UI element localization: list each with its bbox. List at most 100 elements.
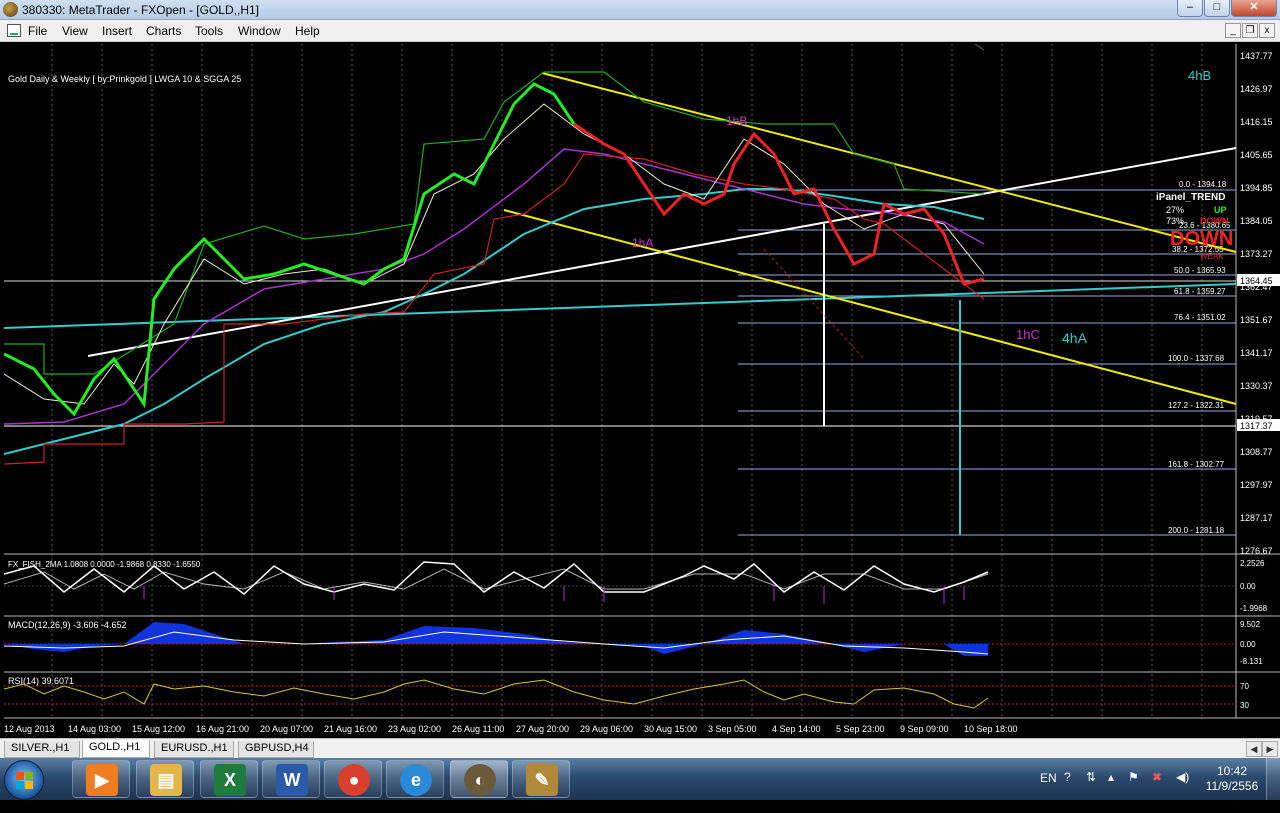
window-title: 380330: MetaTrader - FXOpen - [GOLD,,H1] (22, 3, 259, 17)
taskbar-paint[interactable]: ✎ (512, 760, 570, 798)
clock-time: 10:42 (1216, 764, 1248, 778)
system-clock[interactable]: 10:42 11/9/2556 (1205, 764, 1259, 794)
ipanel-down-label: DOWN (1200, 216, 1229, 226)
show-hidden-icons[interactable]: ▴ (1108, 770, 1114, 812)
excel-icon: X (214, 764, 246, 796)
clock-date: 11/9/2556 (1205, 779, 1259, 793)
taskbar-word[interactable]: W (262, 760, 320, 798)
menu-charts[interactable]: Charts (146, 24, 181, 38)
language-indicator[interactable]: EN (1040, 771, 1057, 813)
time-axis: 12 Aug 2013 14 Aug 03:00 15 Aug 12:00 16… (4, 724, 1018, 734)
tab-scroll-right-button[interactable]: ▶ (1262, 741, 1278, 757)
chart-document-icon[interactable] (7, 24, 21, 37)
volume-tray-icon[interactable]: ◀) (1176, 770, 1189, 812)
taskbar-metatrader[interactable]: ◐ (450, 760, 508, 798)
price-tick: 1416.15 (1240, 117, 1273, 127)
taskbar-excel[interactable]: X (200, 760, 258, 798)
fib-label: 50.0 - 1365.93 (1174, 266, 1226, 275)
fib-label: 100.0 - 1337.68 (1168, 354, 1225, 363)
price-bars-up (4, 82, 576, 417)
close-button[interactable]: ✕ (1231, 0, 1277, 17)
rsi-label: RSI(14) 39.6071 (8, 676, 74, 686)
fib-label: 127.2 - 1322.31 (1168, 401, 1225, 410)
folder-icon: ▤ (150, 764, 182, 796)
label-4hb: 4hB (1188, 68, 1211, 83)
network-tray-icon[interactable]: ⇅ (1086, 770, 1096, 812)
taskbar-chrome[interactable]: ● (324, 760, 382, 798)
tab-scroll-left-button[interactable]: ◀ (1246, 741, 1262, 757)
time-tick: 10 Sep 18:00 (964, 724, 1018, 734)
time-tick: 26 Aug 11:00 (452, 724, 504, 734)
tab-silver-h1[interactable]: SILVER.,H1 (4, 741, 80, 758)
red-envelope-line (4, 153, 985, 465)
fibonacci-levels[interactable] (738, 189, 1236, 536)
time-tick: 14 Aug 03:00 (68, 724, 121, 734)
rsi-scale: 70 30 (1240, 682, 1249, 710)
price-axis: 1437.77 1426.97 1416.15 1405.65 1394.85 … (1240, 51, 1273, 556)
fisher-scale: 2.2526 0.00 -1.9968 (1240, 559, 1268, 613)
tab-eurusd-h1[interactable]: EURUSD.,H1 (154, 741, 234, 758)
time-tick: 23 Aug 02:00 (388, 724, 441, 734)
chart-close-button[interactable]: x (1259, 23, 1275, 38)
price-tick: 1341.17 (1240, 348, 1273, 358)
action-center-icon[interactable]: ⚑ (1128, 770, 1139, 812)
price-tick: 1287.17 (1240, 513, 1273, 523)
price-tick: 1297.97 (1240, 480, 1273, 490)
time-tick: 3 Sep 05:00 (708, 724, 757, 734)
indicator-header: Gold Daily & Weekly [ by:Prinkgold ] LWG… (8, 74, 241, 84)
word-icon: W (276, 764, 308, 796)
ipanel-weak: WEAK (1200, 252, 1224, 261)
fib-label: 200.0 - 1281.18 (1168, 526, 1225, 535)
price-tick: 1405.65 (1240, 150, 1273, 160)
price-tick: 1330.37 (1240, 381, 1273, 391)
fib-label: 161.8 - 1302.77 (1168, 460, 1225, 469)
time-tick: 16 Aug 21:00 (196, 724, 249, 734)
macd-tick: -8.131 (1240, 657, 1263, 666)
metatrader-icon: ◐ (464, 764, 496, 796)
tab-gold-h1[interactable]: GOLD.,H1 (82, 740, 150, 758)
taskbar-media-player[interactable]: ▶ (72, 760, 130, 798)
show-desktop-button[interactable] (1266, 758, 1280, 800)
macd-scale: 9.502 0.00 -8.131 (1240, 620, 1263, 666)
rsi-tick: 70 (1240, 682, 1249, 691)
time-tick: 20 Aug 07:00 (260, 724, 313, 734)
time-tick: 27 Aug 20:00 (516, 724, 569, 734)
menu-window[interactable]: Window (238, 24, 281, 38)
rsi-tick: 30 (1240, 701, 1249, 710)
chart-shift-marker (974, 44, 985, 51)
price-tick: 1308.77 (1240, 447, 1273, 457)
time-tick: 5 Sep 23:00 (836, 724, 885, 734)
media-player-icon: ▶ (86, 764, 118, 796)
tab-gbpusd-h4[interactable]: GBPUSD,H4 (238, 741, 314, 758)
current-price-label: 1364.45 (1240, 276, 1273, 286)
chrome-icon: ● (338, 764, 370, 796)
menu-view[interactable]: View (62, 24, 88, 38)
taskbar-internet-explorer[interactable]: e (386, 760, 444, 798)
help-tray-icon[interactable]: ? (1064, 770, 1071, 812)
internet-explorer-icon: e (400, 764, 432, 796)
menu-help[interactable]: Help (295, 24, 320, 38)
time-tick: 15 Aug 12:00 (132, 724, 185, 734)
connection-tray-icon[interactable]: ✖ (1152, 770, 1162, 812)
fib-label: 76.4 - 1351.02 (1174, 313, 1226, 322)
fib-label: 0.0 - 1394.18 (1179, 180, 1227, 189)
title-bar: 380330: MetaTrader - FXOpen - [GOLD,,H1]… (0, 0, 1280, 20)
maximize-button[interactable]: □ (1204, 0, 1230, 17)
time-tick: 12 Aug 2013 (4, 724, 55, 734)
minimize-button[interactable]: – (1177, 0, 1203, 17)
price-tick: 1351.67 (1240, 315, 1273, 325)
ipanel-down-pct: 73% (1166, 216, 1184, 226)
menu-tools[interactable]: Tools (195, 24, 223, 38)
chart-window[interactable]: Gold Daily & Weekly [ by:Prinkgold ] LWG… (4, 44, 1280, 738)
metatrader-app-icon[interactable] (3, 2, 18, 17)
taskbar-explorer[interactable]: ▤ (136, 760, 194, 798)
cyan-trendline[interactable] (4, 283, 1237, 329)
menu-file[interactable]: File (28, 24, 47, 38)
start-button[interactable] (4, 760, 44, 800)
chart-minimize-button[interactable]: _ (1225, 23, 1241, 38)
chart-restore-button[interactable]: ❐ (1242, 23, 1258, 38)
paint-icon: ✎ (526, 764, 558, 796)
menu-insert[interactable]: Insert (102, 24, 132, 38)
price-tick: 1394.85 (1240, 183, 1273, 193)
label-1hb: 1hB (726, 114, 747, 128)
